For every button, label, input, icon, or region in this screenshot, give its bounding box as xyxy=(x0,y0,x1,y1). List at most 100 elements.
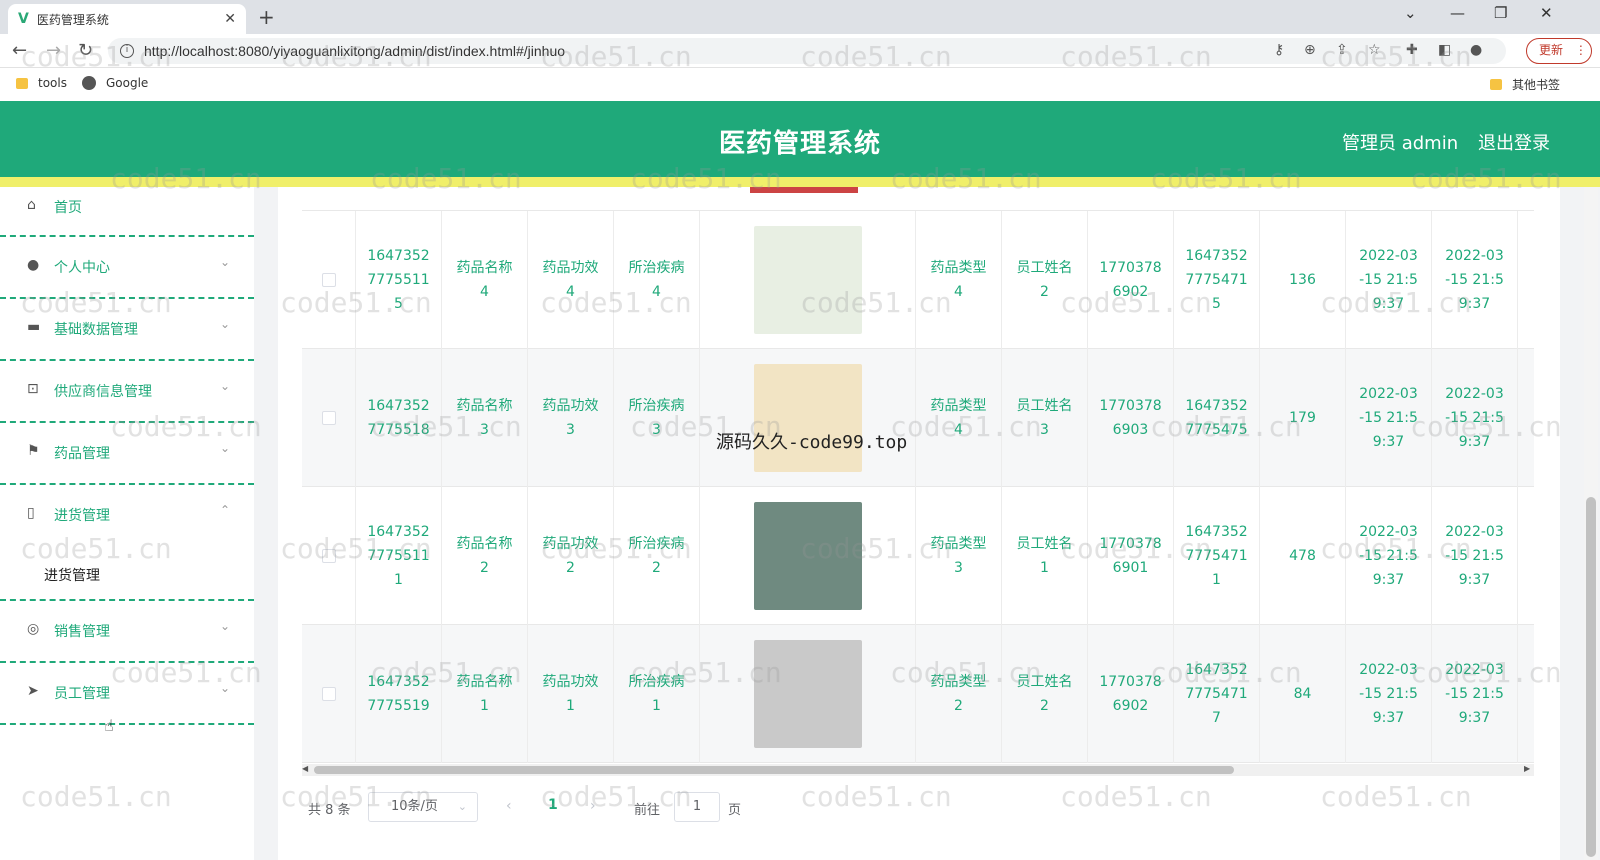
row-checkbox[interactable] xyxy=(321,549,336,563)
vue-icon: V xyxy=(18,11,29,27)
chevron-down-icon: ⌄ xyxy=(220,379,231,393)
total-count: 共 8 条 xyxy=(308,802,351,818)
monitor-icon: ▬ xyxy=(27,319,41,335)
back-icon[interactable]: ← xyxy=(12,40,27,61)
table-cell-qty: 179 xyxy=(1260,349,1346,487)
reload-icon[interactable]: ↻ xyxy=(78,40,93,61)
sidebar-item-label: 药品管理 xyxy=(54,446,110,462)
crop-icon: ⊡ xyxy=(27,381,39,397)
sidebar-item-label: 销售管理 xyxy=(54,624,110,640)
row-checkbox[interactable] xyxy=(321,411,336,425)
sidebar-item-purchase[interactable]: ▯ 进货管理 ⌃ xyxy=(0,485,254,601)
scroll-right-icon[interactable]: ▶ xyxy=(1524,764,1530,773)
new-tab-icon[interactable]: + xyxy=(258,5,275,29)
sidebar-item-sales[interactable]: ◎ 销售管理 ⌄ xyxy=(0,601,254,663)
vertical-scrollbar[interactable] xyxy=(1584,187,1598,860)
profile-icon[interactable]: ● xyxy=(1470,42,1482,58)
current-user: 管理员 admin xyxy=(1342,133,1459,154)
table-cell-phone: 1770378 6903 xyxy=(1088,349,1174,487)
other-bookmarks[interactable]: 其他书签 xyxy=(1490,76,1560,93)
bookmark-google[interactable]: Google xyxy=(82,76,148,90)
product-image xyxy=(753,226,862,334)
sidebar-item-supplier[interactable]: ⊡ 供应商信息管理 ⌄ xyxy=(0,361,254,423)
browser-tab[interactable]: V 医药管理系统 ✕ xyxy=(8,4,246,34)
table-cell-phone: 1770378 6902 xyxy=(1088,211,1174,349)
table-cell-order: 1647352 7775471 7 xyxy=(1174,625,1260,763)
bookmark-label: Google xyxy=(106,76,149,90)
prev-page-icon[interactable]: ‹ xyxy=(506,798,512,814)
chevron-down-icon: ⌄ xyxy=(220,619,231,633)
goto-label: 前往 xyxy=(634,802,661,818)
sidebar-item-staff[interactable]: ➤ 员工管理 ⌄ xyxy=(0,663,254,725)
product-image xyxy=(753,640,862,748)
sidebar-item-label: 个人中心 xyxy=(54,260,110,276)
scroll-left-icon[interactable]: ◀ xyxy=(302,764,308,773)
image-cell xyxy=(700,487,916,625)
table-cell-id: 1647352 7775511 5 xyxy=(356,211,442,349)
address-bar-row: ← → ↻ i http://localhost:8080/yiyaoguanl… xyxy=(0,34,1600,68)
table-row[interactable]: 1647352 7775519 药品名称 1 药品功效 1 所治疾病 1 药品类型 2员… xyxy=(302,625,1534,763)
table-cell-id: 1647352 7775518 xyxy=(356,349,442,487)
sidebar-item-label: 基础数据管理 xyxy=(54,322,138,338)
flag-icon: ⚑ xyxy=(27,443,40,459)
table-row[interactable]: 1647352 7775511 5 药品名称 4 药品功效 4 所治疾病 4 药品类型 … xyxy=(302,211,1534,349)
restore-icon[interactable]: ❐ xyxy=(1494,4,1507,22)
scrollbar-thumb[interactable] xyxy=(1586,497,1596,857)
next-page-icon[interactable]: › xyxy=(590,798,596,814)
sidebar-item-home[interactable]: ⌂ 首页 xyxy=(0,187,254,237)
table-cell-date2: 2022-03 -15 21:5 9:37 xyxy=(1432,487,1518,625)
table-row[interactable]: 1647352 7775511 1 药品名称 2 药品功效 2 所治疾病 2 药品类型 … xyxy=(302,487,1534,625)
update-label: 更新 xyxy=(1539,43,1564,57)
submenu-purchase-management[interactable]: 进货管理 xyxy=(44,565,100,585)
product-image xyxy=(753,364,862,472)
close-icon[interactable]: ✕ xyxy=(224,11,236,27)
tab-title: 医药管理系统 xyxy=(36,12,109,27)
current-page[interactable]: 1 xyxy=(548,797,558,813)
zoom-icon[interactable]: ⊕ xyxy=(1304,42,1316,58)
image-cell xyxy=(700,211,916,349)
user-icon: ● xyxy=(27,257,40,273)
key-icon[interactable]: ⚷ xyxy=(1274,42,1284,58)
forward-icon[interactable]: → xyxy=(46,40,61,61)
sidepanel-icon[interactable]: ◧ xyxy=(1438,42,1451,58)
table-cell-effect: 药品功效 4 xyxy=(528,211,614,349)
data-table: 1647352 7775511 5 药品名称 4 药品功效 4 所治疾病 4 药品类型 … xyxy=(302,187,1534,765)
image-cell xyxy=(700,625,916,763)
url-field[interactable]: i http://localhost:8080/yiyaoguanlixiton… xyxy=(108,38,1506,64)
share-icon[interactable]: ⇪ xyxy=(1336,42,1348,58)
info-icon[interactable]: i xyxy=(120,44,134,58)
sidebar-item-profile[interactable]: ● 个人中心 ⌄ xyxy=(0,237,254,299)
checkbox-cell xyxy=(302,211,356,349)
scrollbar-thumb[interactable] xyxy=(314,766,1234,774)
table-cell-type: 药品类型 2 xyxy=(916,625,1002,763)
bookmark-tools[interactable]: tools xyxy=(16,76,67,90)
logout-button[interactable]: 退出登录 xyxy=(1478,129,1550,155)
table-cell-type: 药品类型 4 xyxy=(916,349,1002,487)
minimize-icon[interactable]: — xyxy=(1450,4,1465,22)
row-checkbox[interactable] xyxy=(321,273,336,287)
bookmark-label: tools xyxy=(38,76,67,90)
extensions-icon[interactable]: ✚ xyxy=(1406,42,1418,58)
chevron-down-icon: ⌄ xyxy=(220,317,231,331)
sidebar-item-drugs[interactable]: ⚑ 药品管理 ⌄ xyxy=(0,423,254,485)
table-cell-disease: 所治疾病 3 xyxy=(614,349,700,487)
table-cell-disease: 所治疾病 4 xyxy=(614,211,700,349)
goto-page-input[interactable]: 1 xyxy=(674,792,720,822)
phone-icon: ▯ xyxy=(27,505,35,521)
page-size-select[interactable]: 10条/页 ⌄ xyxy=(368,792,478,822)
table-cell-staff: 员工姓名 2 xyxy=(1002,211,1088,349)
sidebar-item-base-data[interactable]: ▬ 基础数据管理 ⌄ xyxy=(0,299,254,361)
chevron-down-icon[interactable]: ⌄ xyxy=(1404,4,1417,22)
star-icon[interactable]: ☆ xyxy=(1368,42,1381,58)
update-button[interactable]: 更新 ⋮ xyxy=(1526,38,1592,64)
chevron-down-icon: ⌄ xyxy=(457,800,467,813)
table-cell-date1: 2022-03 -15 21:5 9:37 xyxy=(1346,625,1432,763)
horizontal-scrollbar[interactable] xyxy=(302,764,1534,776)
table-row[interactable]: 1647352 7775518 药品名称 3 药品功效 3 所治疾病 3 药品类型 4员… xyxy=(302,349,1534,487)
row-checkbox[interactable] xyxy=(321,687,336,701)
table-cell-name: 药品名称 4 xyxy=(442,211,528,349)
chevron-down-icon: ⌄ xyxy=(220,441,231,455)
close-window-icon[interactable]: ✕ xyxy=(1540,4,1553,22)
table-cell-date1: 2022-03 -15 21:5 9:37 xyxy=(1346,211,1432,349)
table-cell-effect: 药品功效 1 xyxy=(528,625,614,763)
